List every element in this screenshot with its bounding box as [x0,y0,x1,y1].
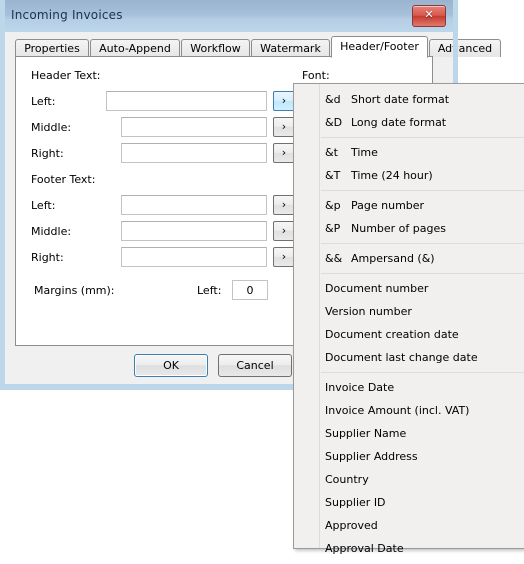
footer-right-insert-button[interactable]: › [273,247,295,267]
header-left-input[interactable] [106,91,267,111]
footer-middle-insert-button[interactable]: › [273,221,295,241]
footer-text-section-label: Footer Text: [31,173,96,186]
menu-item-label: Document last change date [325,351,478,364]
tab-strip: Properties Auto-Append Workflow Watermark He… [15,36,501,58]
header-right-label: Right: [31,147,64,160]
footer-left-label: Left: [31,199,56,212]
menu-item-page-number[interactable]: &p Page number [321,194,524,217]
footer-middle-label: Middle: [31,225,72,238]
menu-item-label: Short date format [351,93,450,106]
header-left-insert-button[interactable]: › [273,91,295,111]
header-right-input[interactable] [121,143,267,163]
header-middle-label: Middle: [31,121,72,134]
font-label: Font: [302,69,330,82]
field-insert-dropdown-menu: &d Short date format &D Long date format &t T… [293,83,524,555]
ok-button[interactable]: OK [134,354,208,377]
menu-item-list: &d Short date format &D Long date format &t T… [294,88,524,564]
chevron-right-icon: › [281,120,287,133]
menu-item-long-date-format[interactable]: &D Long date format [321,111,524,134]
menu-item-version-number[interactable]: Version number [321,300,524,323]
tab-label: Advanced [437,42,493,55]
menu-separator [321,137,524,138]
menu-item-label: Time (24 hour) [351,169,433,182]
menu-item-code: &d [325,93,341,106]
tab-auto-append[interactable]: Auto-Append [90,39,180,57]
tab-label: Workflow [190,42,241,55]
menu-item-label: Supplier ID [325,496,386,509]
tab-label: Watermark [260,42,321,55]
tab-label: Header/Footer [340,40,419,53]
menu-item-label: Country [325,473,369,486]
chevron-right-icon: › [281,146,287,159]
close-icon: ✕ [424,8,434,21]
cancel-button[interactable]: Cancel [218,354,292,377]
menu-item-label: Document creation date [325,328,459,341]
footer-left-insert-button[interactable]: › [273,195,295,215]
menu-separator [321,243,524,244]
menu-item-label: Supplier Address [325,450,418,463]
tab-properties[interactable]: Properties [15,39,89,57]
tab-label: Auto-Append [99,42,171,55]
menu-item-label: Long date format [351,116,447,129]
menu-item-number-of-pages[interactable]: &P Number of pages [321,217,524,240]
menu-item-label: Invoice Date [325,381,395,394]
footer-right-label: Right: [31,251,64,264]
header-left-label: Left: [31,95,56,108]
menu-item-label: Approved [325,519,378,532]
header-middle-input[interactable] [121,117,267,137]
menu-separator [321,372,524,373]
footer-left-input[interactable] [121,195,267,215]
menu-item-code: &D [325,116,343,129]
tab-watermark[interactable]: Watermark [251,39,330,57]
title-bar[interactable]: Incoming Invoices ✕ [0,0,458,32]
window-title: Incoming Invoices [11,8,123,22]
menu-item-short-date-format[interactable]: &d Short date format [321,88,524,111]
menu-item-document-number[interactable]: Document number [321,277,524,300]
menu-item-label: Ampersand (&) [351,252,435,265]
menu-item-document-last-change-date[interactable]: Document last change date [321,346,524,369]
chevron-right-icon: › [281,198,287,211]
header-text-section-label: Header Text: [31,69,101,82]
menu-item-label: Invoice Amount (incl. VAT) [325,404,470,417]
menu-item-label: Time [351,146,378,159]
chevron-right-icon: › [281,250,287,263]
menu-item-code: && [325,252,343,265]
menu-item-code: &p [325,199,341,212]
margins-label: Margins (mm): [34,284,115,297]
menu-item-code: &P [325,222,341,235]
menu-item-country[interactable]: Country [321,468,524,491]
menu-item-document-creation-date[interactable]: Document creation date [321,323,524,346]
footer-middle-input[interactable] [121,221,267,241]
menu-item-time-24-hour[interactable]: &T Time (24 hour) [321,164,524,187]
menu-item-code: &t [325,146,338,159]
menu-separator [321,273,524,274]
menu-item-label: Number of pages [351,222,446,235]
tab-label: Properties [24,42,80,55]
tab-workflow[interactable]: Workflow [181,39,250,57]
menu-item-supplier-name[interactable]: Supplier Name [321,422,524,445]
menu-item-supplier-address[interactable]: Supplier Address [321,445,524,468]
tab-advanced[interactable]: Advanced [429,39,501,57]
menu-item-label: Version number [325,305,412,318]
menu-item-time[interactable]: &t Time [321,141,524,164]
footer-right-input[interactable] [121,247,267,267]
menu-item-invoice-amount-incl-vat[interactable]: Invoice Amount (incl. VAT) [321,399,524,422]
close-button[interactable]: ✕ [412,5,446,27]
menu-item-label: Page number [351,199,425,212]
menu-item-label: Document number [325,282,429,295]
margins-left-input[interactable] [232,280,268,300]
chevron-right-icon: › [281,94,287,107]
menu-item-approved[interactable]: Approved [321,514,524,537]
menu-item-supplier-id[interactable]: Supplier ID [321,491,524,514]
menu-item-label: Supplier Name [325,427,407,440]
menu-item-invoice-date[interactable]: Invoice Date [321,376,524,399]
header-right-insert-button[interactable]: › [273,143,295,163]
chevron-right-icon: › [281,224,287,237]
header-middle-insert-button[interactable]: › [273,117,295,137]
menu-separator [321,190,524,191]
tab-header-footer[interactable]: Header/Footer [331,36,428,58]
margins-left-label: Left: [197,284,222,297]
menu-item-ampersand[interactable]: && Ampersand (&) [321,247,524,270]
menu-item-code: &T [325,169,341,182]
